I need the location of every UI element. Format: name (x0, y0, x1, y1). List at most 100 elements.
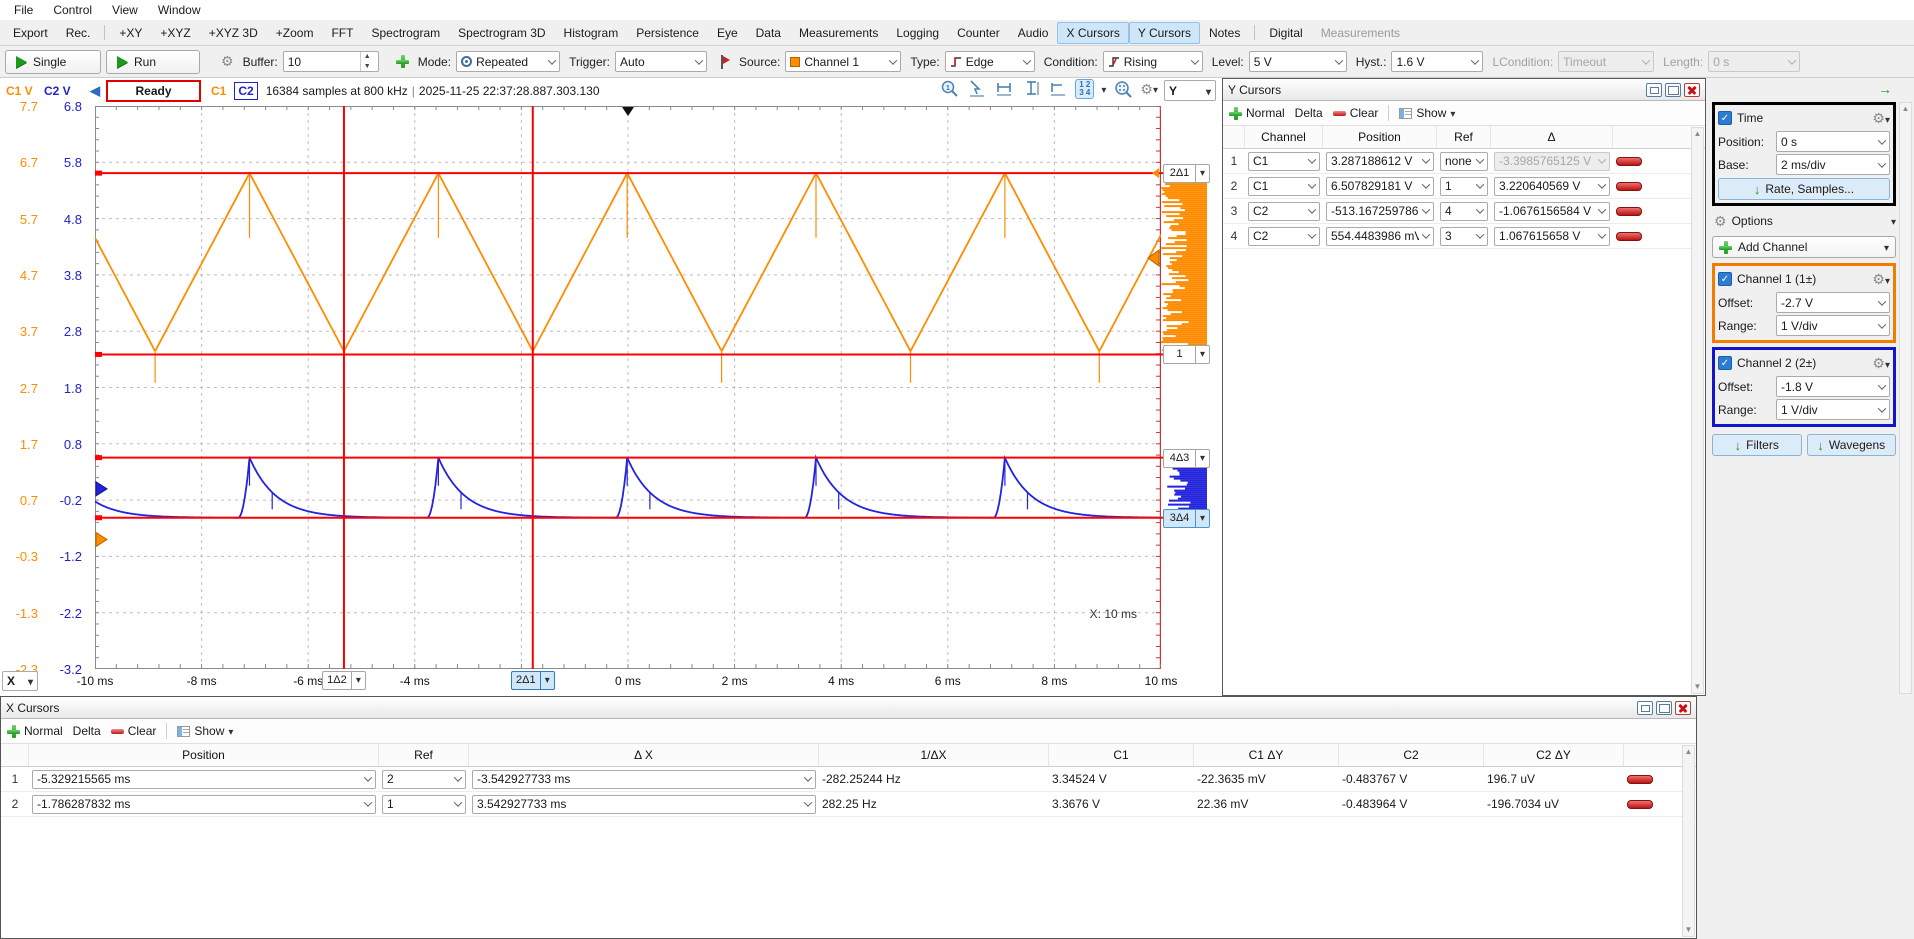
y-position-select[interactable]: 3.287188612 V (1326, 152, 1434, 171)
x-add-delta-button[interactable]: Delta (73, 724, 101, 738)
tab-spectrogram[interactable]: Spectrogram (362, 22, 449, 44)
tab-y-cursors[interactable]: Y Cursors (1129, 22, 1200, 44)
y-add-delta-button[interactable]: Delta (1295, 106, 1323, 120)
x-position-select[interactable]: -5.329215565 ms (32, 770, 376, 789)
x-axis-selector[interactable]: X (2, 671, 38, 691)
x-delta-select[interactable]: 3.542927733 ms (472, 795, 816, 814)
back-arrow-icon[interactable]: ◀ (90, 83, 100, 99)
x-cursor-handle-1[interactable]: 1Δ2 (322, 671, 366, 690)
y-ref-select[interactable]: none (1440, 152, 1488, 171)
y-position-select[interactable]: 554.4483986 mV (1326, 227, 1434, 246)
y-show-menu[interactable]: Show (1399, 106, 1455, 120)
zoom-fit-icon[interactable] (1113, 79, 1133, 99)
c1-toggle[interactable]: C1 (207, 83, 230, 99)
condition-select[interactable]: Rising (1103, 51, 1203, 72)
x-cursors-restore-button[interactable] (1637, 701, 1653, 715)
grid-layout-button[interactable]: 1 23 4 (1075, 79, 1094, 99)
tab-export[interactable]: Export (4, 22, 57, 44)
mode-plus-icon[interactable] (396, 55, 409, 68)
y-cursors-scrollbar[interactable]: ▲▼ (1691, 127, 1704, 694)
channel1-range-select[interactable]: 1 V/div (1776, 315, 1890, 336)
channel1-offset-select[interactable]: -2.7 V (1776, 292, 1890, 313)
c2-toggle[interactable]: C2 (234, 82, 257, 100)
y-axis-selector[interactable]: Y (1164, 80, 1216, 101)
remove-cursor-button[interactable] (1627, 775, 1653, 784)
rate-samples-button[interactable]: Rate, Samples... (1718, 178, 1890, 200)
level-select[interactable]: 5 V (1249, 51, 1347, 72)
y-cursor-handle-2[interactable]: 1 (1163, 345, 1210, 364)
add-channel-button[interactable]: Add Channel (1712, 236, 1896, 258)
x-add-normal-button[interactable]: Normal (7, 724, 63, 738)
y-cursor-caret-icon[interactable] (1196, 164, 1210, 183)
tab-logging[interactable]: Logging (887, 22, 948, 44)
remove-cursor-button[interactable] (1616, 207, 1642, 216)
tab--xy[interactable]: +XY (110, 22, 151, 44)
channel2-checkbox[interactable] (1718, 356, 1732, 370)
channel2-offset-select[interactable]: -1.8 V (1776, 376, 1890, 397)
menu-view[interactable]: View (102, 1, 148, 19)
x-ref-select[interactable]: 1 (382, 795, 466, 814)
wavegens-button[interactable]: Wavegens (1807, 434, 1897, 456)
x-cursors-maximize-button[interactable] (1656, 701, 1672, 715)
tab--xyz-3d[interactable]: +XYZ 3D (200, 22, 267, 44)
tab-persistence[interactable]: Persistence (627, 22, 708, 44)
tab-data[interactable]: Data (747, 22, 790, 44)
y-ref-select[interactable]: 3 (1440, 227, 1488, 246)
tab-digital[interactable]: Digital (1260, 22, 1311, 44)
y-cursor-caret-icon[interactable] (1196, 509, 1210, 528)
mode-select[interactable]: Repeated (456, 51, 560, 72)
type-select[interactable]: Edge (945, 51, 1035, 72)
x-clear-button[interactable]: Clear (111, 724, 157, 738)
x-cursor-caret-icon[interactable] (352, 671, 366, 690)
remove-cursor-button[interactable] (1616, 182, 1642, 191)
hyst-select[interactable]: 1.6 V (1391, 51, 1483, 72)
remove-cursor-button[interactable] (1616, 232, 1642, 241)
y-cursor-handle-1[interactable]: 2Δ1 (1163, 164, 1210, 183)
menu-file[interactable]: File (4, 1, 43, 19)
tab-audio[interactable]: Audio (1009, 22, 1058, 44)
tab-spectrogram-3d[interactable]: Spectrogram 3D (449, 22, 554, 44)
collapse-panel-icon[interactable] (1878, 81, 1892, 97)
options-menu[interactable]: Options (1714, 210, 1896, 232)
tab-measurements[interactable]: Measurements (1312, 22, 1409, 44)
y-cursor-caret-icon[interactable] (1196, 345, 1210, 364)
tab--zoom[interactable]: +Zoom (267, 22, 323, 44)
y-cursor-handle-3[interactable]: 4Δ3 (1163, 449, 1210, 468)
channel2-gear-button[interactable] (1872, 355, 1890, 372)
single-button[interactable]: Single (5, 50, 101, 74)
tab-eye[interactable]: Eye (708, 22, 747, 44)
remove-cursor-button[interactable] (1616, 157, 1642, 166)
y-ref-select[interactable]: 1 (1440, 177, 1488, 196)
y-channel-select[interactable]: C2 (1248, 227, 1320, 246)
y-cursor-caret-icon[interactable] (1196, 449, 1210, 468)
y-delta-select[interactable]: 1.067615658 V (1494, 227, 1610, 246)
x-cursor-caret-icon[interactable] (541, 671, 555, 690)
time-checkbox[interactable] (1718, 111, 1732, 125)
grid-layout-caret-icon[interactable] (1101, 82, 1106, 96)
remove-cursor-button[interactable] (1627, 800, 1653, 809)
y-cursors-maximize-button[interactable] (1665, 83, 1681, 97)
menu-control[interactable]: Control (43, 1, 102, 19)
height-measure-icon[interactable] (1021, 79, 1041, 99)
menu-window[interactable]: Window (148, 1, 211, 19)
y-delta-select[interactable]: -1.0676156584 V (1494, 202, 1610, 221)
y-channel-select[interactable]: C1 (1248, 177, 1320, 196)
tab-x-cursors[interactable]: X Cursors (1057, 22, 1128, 44)
waveform-plot[interactable]: X: 10 ms (95, 106, 1161, 669)
tab--xyz[interactable]: +XYZ (151, 22, 199, 44)
channel1-gear-button[interactable] (1872, 271, 1890, 288)
tab-histogram[interactable]: Histogram (555, 22, 628, 44)
plot-settings-gear[interactable] (1140, 81, 1158, 98)
y-ref-select[interactable]: 4 (1440, 202, 1488, 221)
y-channel-select[interactable]: C2 (1248, 202, 1320, 221)
x-cursors-scrollbar[interactable]: ▲▼ (1682, 745, 1695, 937)
filters-button[interactable]: Filters (1712, 434, 1802, 456)
y-cursors-close-button[interactable] (1684, 83, 1700, 97)
y-cursor-handle-4[interactable]: 3Δ4 (1163, 509, 1210, 528)
channel1-checkbox[interactable] (1718, 272, 1732, 286)
x-delta-select[interactable]: -3.542927733 ms (472, 770, 816, 789)
tab-fft[interactable]: FFT (322, 22, 362, 44)
buffer-spin-arrows[interactable]: ▲▼ (360, 52, 374, 71)
y-add-normal-button[interactable]: Normal (1229, 106, 1285, 120)
pointer-measure-icon[interactable] (967, 79, 987, 99)
